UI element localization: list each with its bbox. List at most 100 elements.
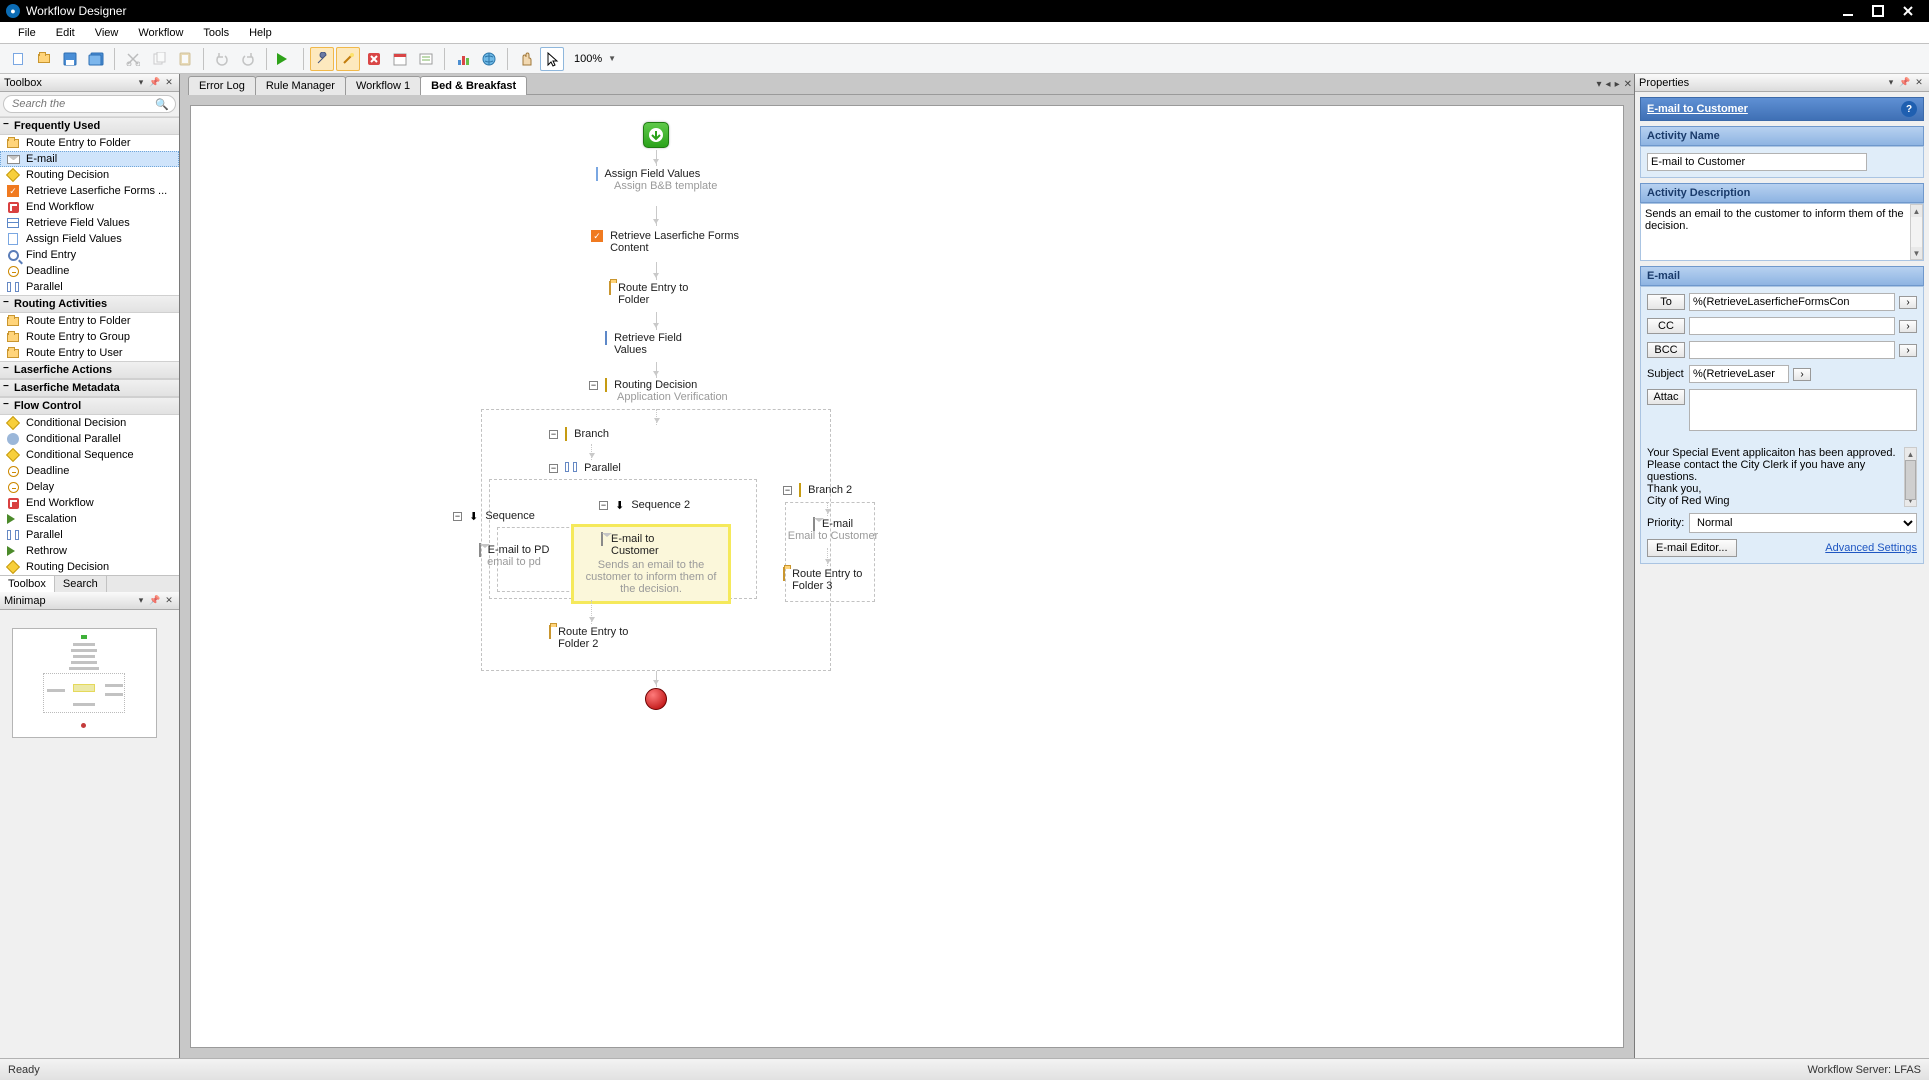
toolbox-item[interactable]: Parallel <box>0 527 179 543</box>
toolbox-category[interactable]: Laserfiche Actions <box>0 361 179 379</box>
toolbox-category[interactable]: Frequently Used <box>0 117 179 135</box>
toolbox-item[interactable]: Parallel <box>0 279 179 295</box>
toolbox-tab-toolbox[interactable]: Toolbox <box>0 576 55 592</box>
zoom-combo[interactable]: 100%▼ <box>566 53 624 65</box>
toolbox-item[interactable]: End Workflow <box>0 495 179 511</box>
minimize-button[interactable] <box>1833 0 1863 22</box>
toolbox-header[interactable]: Toolbox ▾ 📌 ✕ <box>0 74 179 92</box>
token-arrow-button[interactable]: › <box>1793 368 1811 381</box>
toolbox-item[interactable]: E-mail <box>0 151 179 167</box>
list-button[interactable] <box>414 47 438 71</box>
bcc-button[interactable]: BCC <box>1647 342 1685 358</box>
pan-button[interactable] <box>514 47 538 71</box>
panel-dropdown-icon[interactable]: ▾ <box>135 77 147 89</box>
pin-icon[interactable]: 📌 <box>149 595 161 607</box>
toolbox-item[interactable]: ✓Retrieve Laserfiche Forms ... <box>0 183 179 199</box>
document-tab[interactable]: Workflow 1 <box>345 76 421 95</box>
properties-header[interactable]: Properties ▾ 📌 ✕ <box>1635 74 1929 92</box>
document-tab[interactable]: Error Log <box>188 76 256 95</box>
start-node[interactable] <box>643 122 669 148</box>
scroll-down-icon[interactable]: ▼ <box>1911 247 1922 259</box>
activity-email[interactable]: E-mail Email to Customer <box>773 518 893 542</box>
activity-email-customer[interactable]: E-mail to Customer Sends an email to the… <box>571 524 731 604</box>
tab-list-dropdown[interactable]: ▾ <box>1595 74 1604 95</box>
toolbox-item[interactable]: Route Entry to Folder <box>0 135 179 151</box>
toolbox-category[interactable]: Routing Activities <box>0 295 179 313</box>
minimap-viewport[interactable] <box>12 628 157 738</box>
calendar-button[interactable] <box>388 47 412 71</box>
activity-parallel[interactable]: − Parallel <box>549 462 689 474</box>
activity-branch-2[interactable]: − Branch 2 <box>783 484 923 496</box>
toolbox-item[interactable]: Deadline <box>0 263 179 279</box>
toolbox-item[interactable]: Conditional Parallel <box>0 431 179 447</box>
wizard-button[interactable] <box>336 47 360 71</box>
activity-routing-decision[interactable]: − Routing Decision Application Verificat… <box>589 379 749 403</box>
menu-workflow[interactable]: Workflow <box>128 25 193 41</box>
panel-dropdown-icon[interactable]: ▾ <box>135 595 147 607</box>
designer-canvas[interactable]: Assign Field Values Assign B&B template … <box>190 105 1624 1048</box>
activity-name-input[interactable] <box>1647 153 1867 171</box>
pointer-button[interactable] <box>540 47 564 71</box>
toolbox-item[interactable]: Route Entry to User <box>0 345 179 361</box>
activity-email-pd[interactable]: E-mail to PD email to pd <box>454 544 574 568</box>
menu-tools[interactable]: Tools <box>193 25 239 41</box>
minimap-body[interactable] <box>0 610 179 1058</box>
advanced-settings-link[interactable]: Advanced Settings <box>1825 542 1917 554</box>
chart-button[interactable] <box>451 47 475 71</box>
document-tab[interactable]: Rule Manager <box>255 76 346 95</box>
scrollbar[interactable]: ▲▼ <box>1910 204 1923 260</box>
scrollbar[interactable]: ▲▼ <box>1904 447 1917 507</box>
activity-route-entry-folder[interactable]: Route Entry to Folder <box>609 282 749 306</box>
tools-button[interactable] <box>310 47 334 71</box>
menu-edit[interactable]: Edit <box>46 25 85 41</box>
activity-sequence-2[interactable]: − ⬇ Sequence 2 <box>599 499 749 512</box>
attach-button[interactable]: Attac <box>1647 389 1685 405</box>
delete-button[interactable] <box>362 47 386 71</box>
activity-retrieve-field-values[interactable]: Retrieve Field Values <box>605 332 745 356</box>
activity-route-folder-3[interactable]: Route Entry to Folder 3 <box>783 568 903 592</box>
cc-button[interactable]: CC <box>1647 318 1685 334</box>
globe-button[interactable] <box>477 47 501 71</box>
menu-view[interactable]: View <box>85 25 129 41</box>
cut-button[interactable] <box>121 47 145 71</box>
save-button[interactable] <box>58 47 82 71</box>
toolbox-item[interactable]: Escalation <box>0 511 179 527</box>
document-tab[interactable]: Bed & Breakfast <box>420 76 527 95</box>
new-workflow-button[interactable] <box>6 47 30 71</box>
activity-route-folder-2[interactable]: Route Entry to Folder 2 <box>549 626 669 650</box>
attach-input[interactable] <box>1689 389 1917 431</box>
toolbox-item[interactable]: Retrieve Field Values <box>0 215 179 231</box>
toolbox-tab-search[interactable]: Search <box>55 576 107 592</box>
help-icon[interactable]: ? <box>1901 101 1917 117</box>
open-button[interactable] <box>32 47 56 71</box>
activity-retrieve-forms[interactable]: ✓ Retrieve Laserfiche Forms Content <box>591 230 751 254</box>
toolbox-item[interactable]: Find Entry <box>0 247 179 263</box>
activity-assign-field-values[interactable]: Assign Field Values Assign B&B template <box>596 168 736 192</box>
subject-input[interactable] <box>1689 365 1789 383</box>
toolbox-item[interactable]: Route Entry to Folder <box>0 313 179 329</box>
toolbox-search-input[interactable] <box>3 95 176 113</box>
copy-button[interactable] <box>147 47 171 71</box>
collapse-icon[interactable]: − <box>783 486 792 495</box>
pin-icon[interactable]: 📌 <box>149 77 161 89</box>
toolbox-item[interactable]: Assign Field Values <box>0 231 179 247</box>
tab-next[interactable]: ▸ <box>1613 74 1622 95</box>
to-button[interactable]: To <box>1647 294 1685 310</box>
tab-prev[interactable]: ◂ <box>1604 74 1613 95</box>
toolbox-category[interactable]: Laserfiche Metadata <box>0 379 179 397</box>
menu-file[interactable]: File <box>8 25 46 41</box>
collapse-icon[interactable]: − <box>599 501 608 510</box>
bcc-input[interactable] <box>1689 341 1895 359</box>
toolbox-category[interactable]: Flow Control <box>0 397 179 415</box>
toolbox-tree[interactable]: Frequently UsedRoute Entry to FolderE-ma… <box>0 117 179 575</box>
end-node[interactable] <box>645 688 667 710</box>
redo-button[interactable] <box>236 47 260 71</box>
activity-sequence[interactable]: − ⬇ Sequence <box>453 510 583 523</box>
close-button[interactable] <box>1893 0 1923 22</box>
token-arrow-button[interactable]: › <box>1899 296 1917 309</box>
toolbox-item[interactable]: Conditional Sequence <box>0 447 179 463</box>
maximize-button[interactable] <box>1863 0 1893 22</box>
panel-close-icon[interactable]: ✕ <box>1913 77 1925 89</box>
collapse-icon[interactable]: − <box>549 464 558 473</box>
activity-desc-input[interactable]: Sends an email to the customer to inform… <box>1641 204 1910 260</box>
